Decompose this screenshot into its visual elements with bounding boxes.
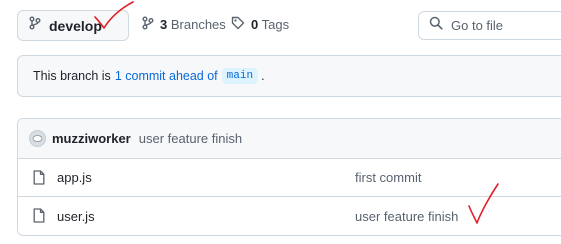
file-table: muzziworker user feature finish app.js f… xyxy=(17,118,561,236)
tags-link[interactable]: 0 Tags xyxy=(231,16,289,33)
file-name[interactable]: user.js xyxy=(57,209,95,224)
branch-icon xyxy=(142,16,154,33)
search-input[interactable] xyxy=(451,18,561,33)
go-to-file-search[interactable] xyxy=(418,11,561,40)
file-icon xyxy=(33,208,45,226)
file-commit-message[interactable]: user feature finish xyxy=(355,209,458,224)
branch-name: develop xyxy=(49,17,102,34)
branch-selector-button[interactable]: develop xyxy=(17,10,129,41)
tags-label: Tags xyxy=(261,17,290,32)
commits-ahead-link[interactable]: 1 commit ahead of xyxy=(115,69,218,83)
tags-count: 0 xyxy=(251,17,259,32)
branches-label: Branches xyxy=(170,17,226,32)
latest-commit-row: muzziworker user feature finish xyxy=(18,119,561,159)
branch-ahead-banner: This branch is 1 commit ahead of main . xyxy=(17,55,561,97)
avatar[interactable] xyxy=(29,130,46,147)
file-row[interactable]: user.js user feature finish xyxy=(18,197,561,235)
file-commit-message[interactable]: first commit xyxy=(355,170,421,185)
file-icon xyxy=(33,170,45,188)
repo-toolbar: develop 3 Branches 0 Tags xyxy=(0,0,561,50)
base-branch-chip[interactable]: main xyxy=(221,68,259,84)
ahead-suffix: . xyxy=(261,69,265,83)
ahead-prefix: This branch is xyxy=(33,69,111,83)
branches-link[interactable]: 3 Branches xyxy=(142,16,226,33)
file-name[interactable]: app.js xyxy=(57,170,92,185)
commit-message[interactable]: user feature finish xyxy=(139,131,242,146)
file-row[interactable]: app.js first commit xyxy=(18,159,561,197)
search-icon xyxy=(429,16,443,35)
commit-author[interactable]: muzziworker xyxy=(52,131,131,146)
branch-icon xyxy=(29,16,41,35)
tag-icon xyxy=(231,16,245,33)
branches-count: 3 xyxy=(160,17,168,32)
